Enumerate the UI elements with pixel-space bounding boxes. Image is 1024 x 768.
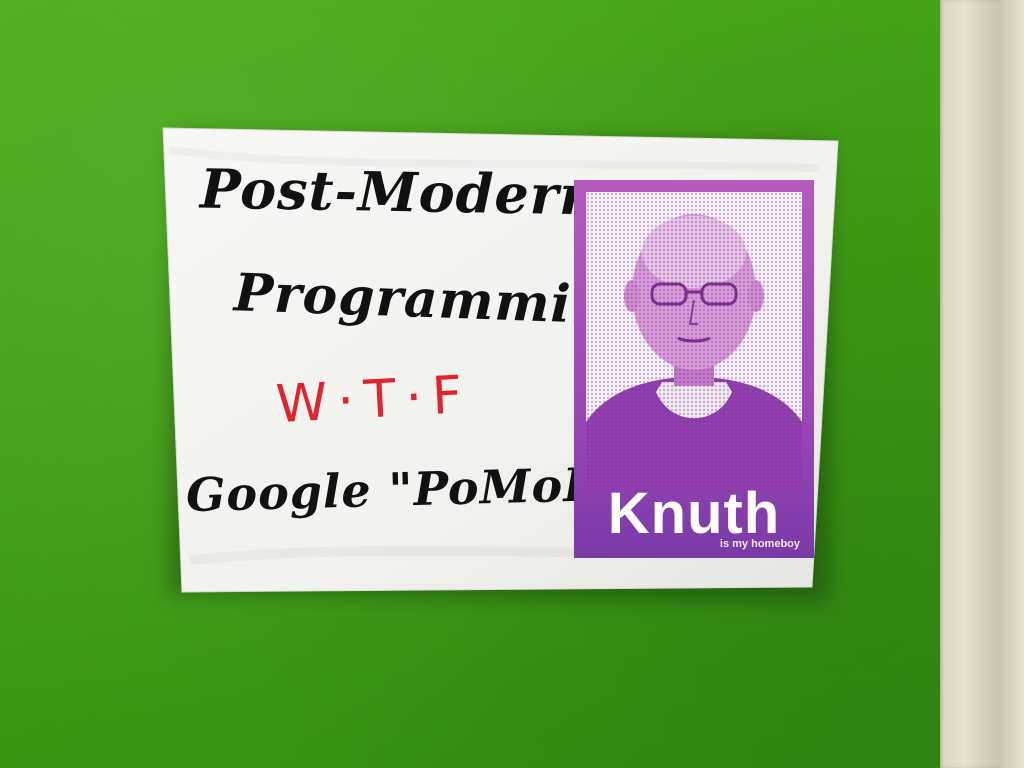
handwritten-line-wtf: W·T·F	[274, 364, 474, 436]
green-wall: Post-Modern Programming? W·T·F Google "P…	[0, 0, 1024, 768]
handwritten-line-post-modern: Post-Modern	[199, 156, 601, 228]
portrait-panel	[586, 192, 802, 492]
poster-title: Knuth	[607, 481, 781, 546]
knuth-poster: Knuth is my homeboy	[574, 180, 814, 558]
portrait-illustration	[586, 192, 802, 492]
poster-subtitle: is my homeboy	[719, 538, 800, 550]
paper-sign: Post-Modern Programming? W·T·F Google "P…	[0, 0, 1024, 768]
paper-sheet	[162, 127, 839, 593]
